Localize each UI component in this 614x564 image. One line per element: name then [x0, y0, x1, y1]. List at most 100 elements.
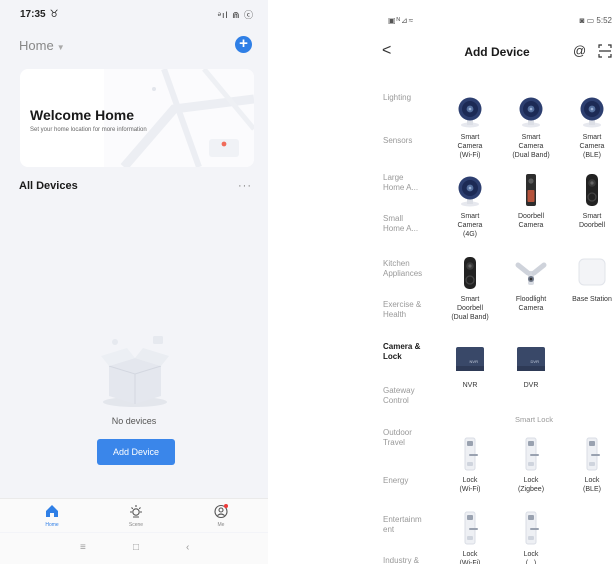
category-item[interactable]: Gateway Control	[383, 386, 431, 406]
device-tile[interactable]: Smart Doorbell	[563, 172, 614, 230]
device-icon-wrap	[502, 172, 560, 208]
category-item[interactable]: Exercise & Health	[383, 300, 431, 320]
device-label: Smart Camera (4G)	[457, 213, 483, 238]
device-icon-wrap	[502, 255, 560, 291]
device-icon-wrap	[563, 93, 614, 129]
device-icon-wrap	[502, 436, 560, 472]
lock-icon	[525, 511, 539, 545]
add-device-screen: ▣ᴺ⊿≈ ◙ ▭ 5:52 < Add Device @ Lighting Sen…	[362, 0, 614, 564]
device-label: DVR	[523, 382, 539, 389]
category-item[interactable]: Sensors	[383, 136, 431, 146]
camera-icon	[580, 97, 604, 128]
doorbell-camera-icon	[526, 174, 536, 206]
device-label: Lock (...)	[523, 551, 539, 564]
device-tile[interactable]: Smart Camera (Wi-Fi)	[441, 93, 499, 160]
welcome-subtitle: Set your home location for more informat…	[30, 127, 147, 133]
device-label: NVR	[462, 382, 478, 389]
device-label: Lock (Wi-Fi)	[459, 551, 481, 564]
category-item[interactable]: Large Home A...	[383, 173, 431, 193]
no-devices-text: No devices	[111, 416, 157, 426]
device-label: Smart Camera (Wi-Fi)	[457, 134, 483, 159]
device-icon-wrap	[441, 436, 499, 472]
category-item[interactable]: Kitchen Appliances	[383, 259, 431, 279]
device-tile[interactable]: Smart Doorbell (Dual Band)	[441, 255, 499, 322]
smart-doorbell-icon	[586, 174, 598, 206]
device-tile[interactable]: Smart Camera (Dual Band)	[502, 93, 560, 160]
device-label: Lock (Wi-Fi)	[459, 477, 481, 493]
device-tile[interactable]: Lock (Zigbee)	[502, 436, 560, 494]
device-icon-wrap	[441, 93, 499, 129]
category-item[interactable]: Outdoor Travel	[383, 428, 431, 448]
status-icons-right: ◙ ▭ 5:52	[579, 16, 612, 25]
device-label: Base Station	[572, 296, 612, 303]
device-tile[interactable]: Lock (Wi-Fi)	[441, 510, 499, 564]
add-device-button[interactable]: Add Device	[97, 439, 175, 465]
device-label: Smart Doorbell	[578, 213, 606, 229]
device-icon-wrap	[563, 255, 614, 291]
device-tile[interactable]: Lock (BLE)	[563, 436, 614, 494]
more-icon[interactable]: ···	[238, 180, 252, 192]
lock-icon	[525, 437, 539, 471]
device-icon-wrap	[563, 436, 614, 472]
tab-bar: Home Scene Me	[0, 498, 268, 532]
category-item[interactable]: Energy	[383, 476, 431, 486]
menu-icon[interactable]: ≡	[80, 542, 86, 553]
device-icon-wrap: DVR	[502, 341, 560, 377]
category-item[interactable]: Lighting	[383, 93, 431, 103]
device-tile[interactable]: Smart Camera (BLE)	[563, 93, 614, 160]
device-tile[interactable]: DVR DVR	[502, 341, 560, 390]
alarm-icon: ♉	[49, 9, 59, 20]
tab-home[interactable]: Home	[32, 503, 72, 528]
status-icons-left: ▣ᴺ⊿≈	[388, 16, 415, 25]
all-devices-title[interactable]: All Devices	[19, 180, 78, 192]
smart-lock-section-header: Smart Lock	[515, 415, 553, 424]
device-tile[interactable]: Floodlight Camera	[502, 255, 560, 313]
device-label: Smart Camera (Dual Band)	[512, 134, 550, 159]
dvr-icon: DVR	[517, 347, 545, 371]
camera-icon	[458, 97, 482, 128]
device-label: Lock (Zigbee)	[517, 477, 545, 493]
caret-down-icon: ▼	[56, 43, 65, 52]
device-tile[interactable]: NVR NVR	[441, 341, 499, 390]
device-icon-wrap	[441, 510, 499, 546]
lock-icon	[586, 437, 600, 471]
category-item[interactable]: Industry &	[383, 556, 431, 564]
device-label: Smart Doorbell (Dual Band)	[451, 296, 489, 321]
home-nav-icon[interactable]: □	[133, 542, 139, 553]
device-label: Smart Camera (BLE)	[579, 134, 605, 159]
device-tile[interactable]: Smart Camera (4G)	[441, 172, 499, 239]
tab-me[interactable]: Me	[201, 503, 241, 528]
home-screen: 17:35 ♉ ᵊıl ⋒ ⓒ Home ▼ + Welcome Home Set …	[0, 0, 268, 564]
device-icon-wrap	[502, 510, 560, 546]
home-selector[interactable]: Home ▼	[19, 38, 65, 53]
device-label: Lock (BLE)	[583, 477, 601, 493]
category-item[interactable]: Small Home A...	[383, 214, 431, 234]
status-icons: ᵊıl ⋒ ⓒ	[217, 10, 254, 20]
category-item[interactable]: Camera & Lock	[383, 342, 431, 362]
device-label: Doorbell Camera	[517, 213, 545, 229]
device-icon-wrap	[441, 255, 499, 291]
tab-scene[interactable]: Scene	[116, 503, 156, 528]
svg-text:DVR: DVR	[531, 359, 540, 364]
device-tile[interactable]: Base Station	[563, 255, 614, 304]
status-time: 17:35 ♉	[20, 9, 59, 20]
device-icon-wrap	[441, 172, 499, 208]
smart-doorbell-icon	[464, 257, 476, 289]
nvr-icon: NVR	[456, 347, 484, 371]
back-nav-icon[interactable]: ‹	[186, 542, 189, 553]
camera-icon	[458, 176, 482, 207]
status-bar: 17:35 ♉ ᵊıl ⋒ ⓒ	[0, 0, 268, 28]
device-tile[interactable]: Lock (Wi-Fi)	[441, 436, 499, 494]
device-tile[interactable]: Doorbell Camera	[502, 172, 560, 230]
lock-icon	[464, 511, 478, 545]
at-icon[interactable]: @	[573, 43, 586, 58]
svg-text:NVR: NVR	[470, 359, 479, 364]
category-item[interactable]: Entertainm ent	[383, 515, 431, 535]
scan-icon[interactable]	[598, 44, 612, 58]
welcome-card[interactable]: Welcome Home Set your home location for …	[20, 69, 254, 167]
add-icon[interactable]: +	[235, 36, 252, 53]
lock-icon	[464, 437, 478, 471]
home-icon	[46, 505, 58, 517]
device-tile[interactable]: Lock (...)	[502, 510, 560, 564]
floodlight-icon	[515, 262, 547, 285]
